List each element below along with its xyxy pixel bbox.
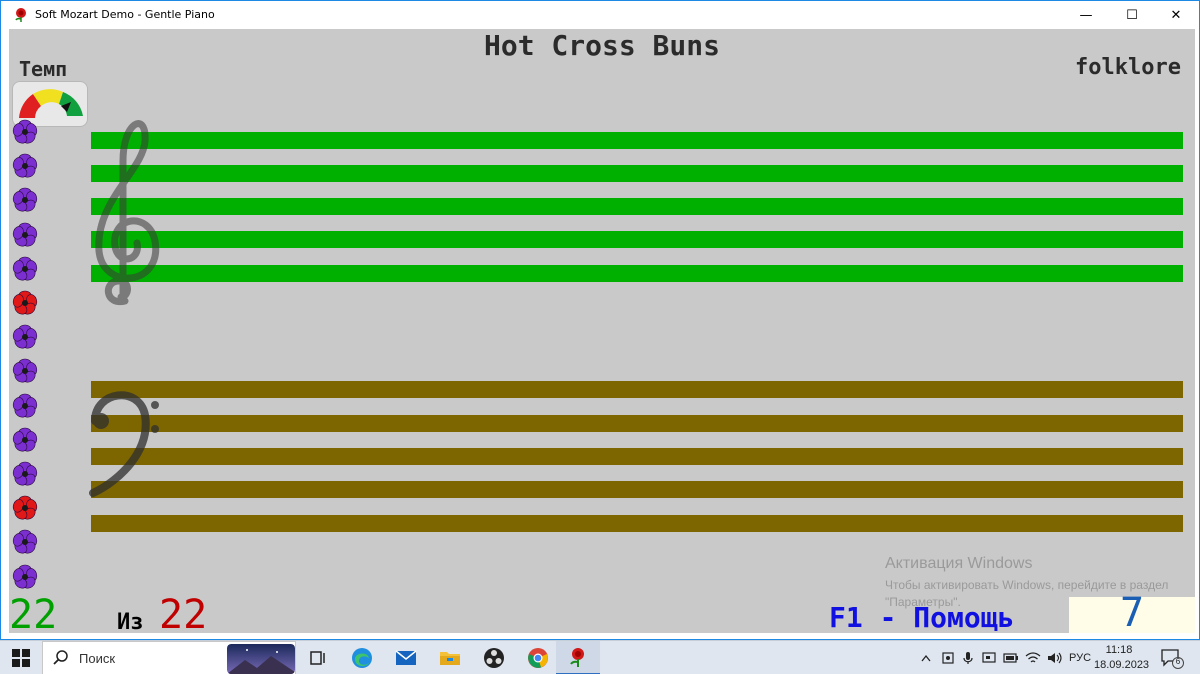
microphone-tray-icon[interactable] — [960, 649, 976, 667]
obs-icon — [484, 648, 504, 668]
purple-flower-icon — [12, 530, 38, 554]
clock-time: 11:18 — [1105, 644, 1133, 656]
taskbar-search[interactable]: Поиск — [42, 641, 296, 674]
purple-flower-icon — [12, 222, 38, 247]
purple-flower-icon — [12, 427, 38, 452]
close-icon: ✕ — [1170, 7, 1182, 23]
tray-clock[interactable]: 11:18 18.09.2023 — [1094, 643, 1150, 673]
folder-icon — [440, 652, 460, 665]
camera-tray-icon[interactable] — [940, 649, 956, 667]
wifi-tray-icon[interactable] — [1024, 649, 1042, 667]
start-button[interactable] — [0, 641, 42, 674]
chrome-icon — [528, 648, 548, 668]
song-title: Hot Cross Buns — [483, 29, 720, 62]
app-window: Soft Mozart Demo - Gentle Piano — ☐ ✕ Ho… — [0, 0, 1200, 640]
battery-tray-icon[interactable] — [1002, 649, 1020, 667]
task-view-button[interactable] — [296, 641, 340, 674]
mail-icon — [395, 650, 417, 665]
red-flower-icon — [12, 290, 38, 315]
search-placeholder: Поиск — [79, 651, 116, 666]
rose-app-icon — [570, 648, 584, 667]
windows-logo-icon — [12, 649, 30, 667]
minimize-button[interactable]: — — [1063, 1, 1109, 29]
title-bar[interactable]: Soft Mozart Demo - Gentle Piano — ☐ ✕ — [1, 1, 1199, 29]
purple-flower-icon — [12, 188, 38, 212]
mail-taskbar-button[interactable] — [384, 641, 428, 674]
composer-label: folklore — [1075, 55, 1181, 80]
purple-flower-icon — [12, 324, 38, 349]
tempo-label: Темп — [19, 57, 68, 81]
minimize-icon: — — [1079, 7, 1093, 23]
activation-title: Активация Windows — [885, 555, 1033, 572]
purple-flower-icon — [12, 564, 38, 589]
notification-center-button[interactable]: 6 — [1160, 647, 1184, 669]
task-view-icon — [310, 651, 325, 665]
tray-overflow-chevron-up-icon[interactable] — [918, 649, 934, 667]
notification-count: 6 — [1175, 657, 1181, 666]
treble-staff-line — [91, 165, 1183, 182]
maximize-button[interactable]: ☐ — [1109, 1, 1155, 29]
bass-staff-line — [91, 381, 1183, 398]
chrome-taskbar-button[interactable] — [516, 641, 560, 674]
current-note-counter: 22 — [9, 592, 58, 633]
treble-clef-icon — [95, 120, 160, 306]
edge-icon — [352, 648, 372, 668]
purple-flower-icon — [12, 256, 38, 281]
rose-app-icon — [15, 8, 26, 22]
obs-taskbar-button[interactable] — [472, 641, 516, 674]
search-icon — [53, 650, 68, 665]
close-button[interactable]: ✕ — [1153, 1, 1199, 29]
search-highlight-image — [227, 644, 295, 674]
clock-date: 18.09.2023 — [1094, 659, 1150, 671]
treble-staff-line — [91, 265, 1183, 282]
window-title: Soft Mozart Demo - Gentle Piano — [35, 8, 215, 21]
volume-tray-icon[interactable] — [1046, 649, 1064, 667]
red-flower-icon — [12, 495, 38, 520]
purple-flower-icon — [12, 359, 38, 383]
taskbar: Поиск РУС 11:18 18.09.2023 6 — [0, 640, 1200, 674]
language-indicator[interactable]: РУС — [1068, 649, 1092, 667]
score-box: 7 — [1069, 593, 1195, 633]
bass-staff-line — [91, 415, 1183, 432]
bass-clef-icon — [89, 391, 159, 497]
total-note-counter: 22 — [159, 592, 208, 633]
treble-staff-line — [91, 132, 1183, 149]
purple-flower-icon — [12, 119, 38, 144]
purple-flower-icon — [12, 393, 38, 418]
purple-flower-icon — [12, 461, 38, 486]
treble-staff-line — [91, 198, 1183, 215]
maximize-icon: ☐ — [1126, 7, 1138, 23]
score-value: 7 — [1119, 590, 1145, 633]
purple-flower-icon — [12, 153, 38, 178]
screen-tray-icon[interactable] — [980, 649, 998, 667]
music-canvas[interactable]: Hot Cross Buns Темп folklore 22 Из 22 Ак… — [9, 29, 1195, 633]
edge-taskbar-button[interactable] — [340, 641, 384, 674]
bass-staff-line — [91, 481, 1183, 498]
help-hint: F1 - Помощь — [829, 601, 1015, 633]
treble-staff-line — [91, 231, 1183, 248]
of-label: Из — [117, 610, 144, 634]
soft-mozart-taskbar-button[interactable] — [556, 641, 600, 674]
bass-staff-line — [91, 515, 1183, 532]
explorer-taskbar-button[interactable] — [428, 641, 472, 674]
bass-staff-line — [91, 448, 1183, 465]
